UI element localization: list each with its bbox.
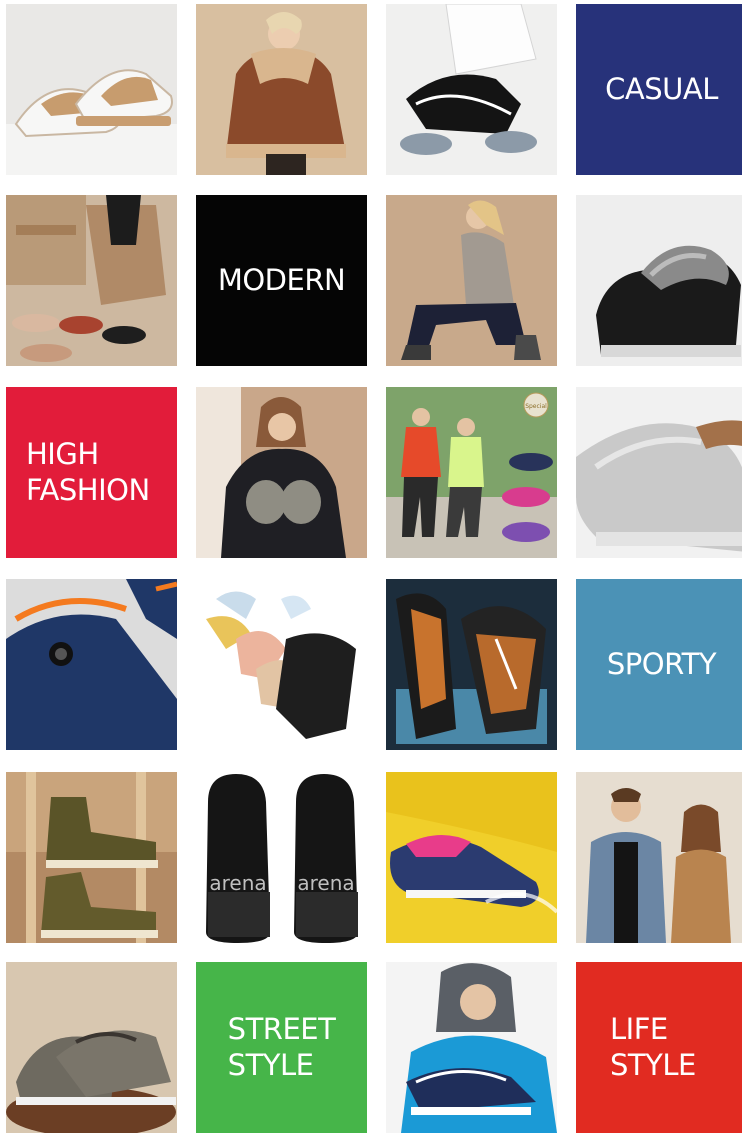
casual-category-tile[interactable]: CASUAL xyxy=(576,4,742,175)
olive-boots-photo-tile[interactable] xyxy=(6,772,177,943)
shearling-jacket-photo-tile[interactable] xyxy=(196,4,367,175)
loafers-photo-tile[interactable] xyxy=(6,195,177,366)
blue-sneaker-photo xyxy=(6,579,177,750)
sneaker-photo-tile[interactable] xyxy=(6,4,177,175)
runners-photo: Special xyxy=(386,387,557,558)
seated-woman-photo-tile[interactable] xyxy=(196,387,367,558)
fur-lined-boot-photo-tile[interactable] xyxy=(576,195,742,366)
hooded-man-sneaker-photo-tile[interactable] xyxy=(386,962,557,1133)
leather-sneakers-suitcase-photo xyxy=(386,579,557,750)
arena-shoes-photo-tile[interactable]: arena arena xyxy=(196,772,367,943)
splash-sneaker-photo xyxy=(386,772,557,943)
silver-slipon-photo xyxy=(576,387,742,558)
kneeling-woman-photo xyxy=(386,195,557,366)
silver-slipon-photo-tile[interactable] xyxy=(576,387,742,558)
kneeling-woman-photo-tile[interactable] xyxy=(386,195,557,366)
arena-brand-right: arena xyxy=(297,871,354,895)
leather-sneakers-suitcase-photo-tile[interactable] xyxy=(386,579,557,750)
life-style-category-tile[interactable]: LIFE STYLE xyxy=(576,962,742,1133)
high-fashion-label: HIGH FASHION xyxy=(26,437,150,507)
category-grid: CASUAL MODERN HIGH FASHION Special SPORT… xyxy=(0,0,742,1133)
splash-sneaker-photo-tile[interactable] xyxy=(386,772,557,943)
modern-category-tile[interactable]: MODERN xyxy=(196,195,367,366)
hooded-man-sneaker-photo xyxy=(386,962,557,1133)
loafers-photo xyxy=(6,195,177,366)
tweed-slippers-photo xyxy=(6,962,177,1133)
olive-boots-photo xyxy=(6,772,177,943)
special-badge-text: Special xyxy=(525,403,547,410)
blue-sneaker-photo-tile[interactable] xyxy=(6,579,177,750)
street-style-label: STREET STYLE xyxy=(227,1012,336,1082)
runners-photo-tile[interactable]: Special xyxy=(386,387,557,558)
casual-label: CASUAL xyxy=(605,71,718,106)
tweed-slippers-photo-tile[interactable] xyxy=(6,962,177,1133)
leather-swatches-photo-tile[interactable] xyxy=(196,579,367,750)
denim-couple-photo-tile[interactable] xyxy=(576,772,742,943)
life-style-label: LIFE STYLE xyxy=(610,1012,696,1082)
sportswear-woman-photo-tile[interactable] xyxy=(386,4,557,175)
arena-shoes-photo: arena arena xyxy=(196,772,367,943)
street-style-category-tile[interactable]: STREET STYLE xyxy=(196,962,367,1133)
high-fashion-category-tile[interactable]: HIGH FASHION xyxy=(6,387,177,558)
shearling-jacket-photo xyxy=(196,4,367,175)
arena-brand-left: arena xyxy=(209,871,266,895)
modern-label: MODERN xyxy=(217,262,346,297)
leather-swatches-photo xyxy=(196,579,367,750)
sporty-category-tile[interactable]: SPORTY xyxy=(576,579,742,750)
sporty-label: SPORTY xyxy=(606,646,717,681)
sneaker-photo xyxy=(6,4,177,175)
seated-woman-photo xyxy=(196,387,367,558)
sportswear-woman-photo xyxy=(386,4,557,175)
denim-couple-photo xyxy=(576,772,742,943)
fur-lined-boot-photo xyxy=(576,195,742,366)
